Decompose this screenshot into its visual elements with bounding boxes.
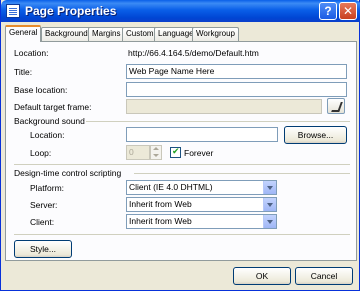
platform-label: Platform: — [30, 183, 65, 193]
server-label: Server: — [30, 200, 58, 210]
client-label: Client: — [30, 217, 55, 227]
background-sound-section: Background sound — [14, 116, 85, 126]
chevron-down-icon[interactable] — [263, 181, 276, 194]
default-target-frame-field[interactable] — [126, 99, 322, 114]
server-value: Inherit from Web — [129, 199, 192, 209]
title-bar: Page Properties ? ✕ — [1, 0, 360, 22]
spin-up-icon[interactable] — [151, 146, 161, 152]
platform-value: Client (IE 4.0 DHTML) — [129, 182, 213, 192]
sound-location-field[interactable] — [126, 127, 278, 142]
forever-checkbox[interactable] — [170, 146, 181, 158]
default-target-frame-label: Default target frame: — [14, 102, 92, 112]
page-properties-dialog: Page Properties ? ✕ General Background M… — [0, 0, 360, 291]
forever-label: Forever — [184, 148, 214, 158]
spin-down-icon[interactable] — [151, 153, 161, 159]
chevron-down-icon[interactable] — [263, 198, 276, 211]
help-button[interactable]: ? — [319, 2, 337, 20]
general-panel: Location: http://66.4.164.5/demo/Default… — [5, 41, 357, 261]
client-select[interactable]: Inherit from Web — [126, 214, 277, 229]
scripting-section: Design-time control scripting — [14, 168, 122, 178]
server-select[interactable]: Inherit from Web — [126, 197, 277, 212]
chevron-down-icon[interactable] — [263, 215, 276, 228]
tab-margins[interactable]: Margins — [88, 27, 125, 41]
sound-location-label: Location: — [30, 130, 65, 140]
dialog-title: Page Properties — [25, 4, 117, 18]
target-frame-picker-icon[interactable] — [327, 98, 345, 114]
page-icon — [6, 4, 20, 18]
client-value: Inherit from Web — [129, 216, 192, 226]
style-button[interactable]: Style... — [14, 240, 72, 258]
title-field[interactable]: Web Page Name Here — [126, 64, 347, 79]
section-divider — [86, 121, 350, 122]
close-button[interactable]: ✕ — [339, 2, 357, 20]
platform-select[interactable]: Client (IE 4.0 DHTML) — [126, 180, 277, 195]
title-label: Title: — [14, 67, 33, 77]
ok-button[interactable]: OK — [233, 267, 291, 285]
location-label: Location: — [14, 48, 49, 58]
tab-general[interactable]: General — [5, 25, 42, 42]
loop-label: Loop: — [30, 148, 52, 158]
section-divider-3 — [134, 173, 350, 174]
section-divider-4 — [14, 234, 350, 235]
tab-strip: General Background Margins Custom Langua… — [5, 25, 357, 42]
base-location-label: Base location: — [14, 85, 68, 95]
location-value: http://66.4.164.5/demo/Default.htm — [128, 48, 259, 58]
tab-workgroup[interactable]: Workgroup — [192, 27, 239, 41]
cancel-button[interactable]: Cancel — [295, 267, 353, 285]
tab-background[interactable]: Background — [41, 27, 92, 41]
loop-field[interactable]: 0 — [126, 145, 150, 160]
loop-spinner[interactable] — [150, 145, 162, 160]
tab-custom[interactable]: Custom — [122, 27, 158, 41]
section-divider-2 — [14, 164, 350, 165]
browse-button[interactable]: Browse... — [284, 126, 347, 144]
base-location-field[interactable] — [126, 82, 347, 97]
